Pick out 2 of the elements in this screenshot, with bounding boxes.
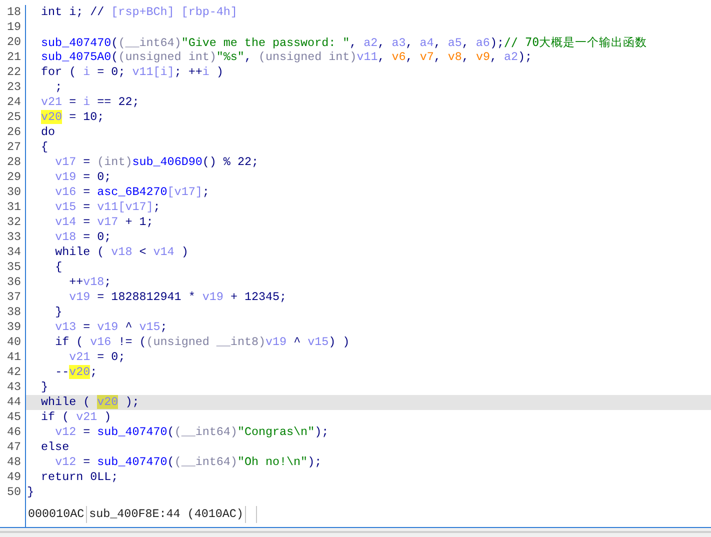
status-text: sub_400F8E:44 (4010AC) [87, 506, 246, 523]
status-text: 000010AC [26, 506, 88, 523]
